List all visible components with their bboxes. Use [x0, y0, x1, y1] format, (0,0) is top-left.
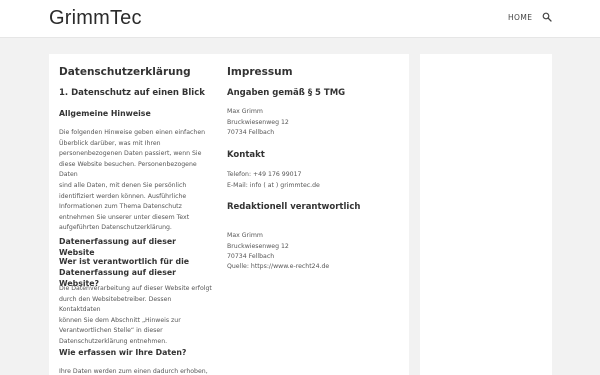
text-line: durch den Websitebetreiber. Dessen Konta…	[59, 295, 172, 314]
text-line: Ihre Daten werden zum einen dadurch erho…	[59, 368, 208, 375]
editorial-address: Max Grimm Bruckwiesenweg 12 70734 Fellba…	[227, 231, 289, 263]
privacy-title: Datenschutzerklärung	[59, 66, 191, 78]
how-collect-title: Wie erfassen wir Ihre Daten?	[59, 348, 187, 357]
address-line: Max Grimm	[227, 108, 263, 115]
nav-home-link[interactable]: HOME	[508, 13, 532, 22]
general-notes-title: Allgemeine Hinweise	[59, 109, 151, 118]
text-line: identifiziert werden können. Ausführlich…	[59, 192, 187, 200]
responsible-text: Die Datenverarbeitung auf dieser Website…	[59, 284, 214, 348]
phone-line: Telefon: +49 176 99017	[227, 171, 302, 178]
text-line: Überblick darüber, was mit Ihren	[59, 139, 161, 147]
email-line: E-Mail: info ( at ) grimmtec.de	[227, 181, 320, 189]
tmg-title: Angaben gemäß § 5 TMG	[227, 88, 346, 98]
contact-details: Telefon: +49 176 99017 E-Mail: info ( at…	[227, 170, 320, 191]
contact-title: Kontakt	[227, 150, 265, 160]
imprint-title: Impressum	[227, 66, 293, 78]
text-line: entnehmen Sie unserer unter diesem Text	[59, 213, 190, 221]
text-line: Datenschutzerklärung entnehmen.	[59, 337, 168, 345]
site-logo[interactable]: GrimmTec	[49, 7, 142, 30]
text-line: Verantwortlichen Stelle“ in dieser	[59, 327, 163, 335]
section-1-title: 1. Datenschutz auf einen Blick	[59, 88, 205, 98]
text-line: können Sie dem Abschnitt „Hinweis zur	[59, 316, 181, 324]
text-line: personenbezogenen Daten passiert, wenn S…	[59, 150, 202, 158]
text-line: Informationen zum Thema Datenschutz	[59, 203, 182, 211]
address-line: Max Grimm	[227, 232, 263, 239]
heading-line: Wer ist verantwortlich für die	[59, 257, 190, 266]
search-icon[interactable]	[542, 12, 552, 22]
data-collection-title: Datenerfassung auf dieser Website	[59, 237, 176, 257]
address-line: Bruckwiesenweg 12	[227, 242, 289, 250]
text-line: diese Website besuchen. Personenbezogene…	[59, 160, 197, 179]
address-line: Bruckwiesenweg 12	[227, 118, 289, 126]
source-line: Quelle: https://www.e-recht24.de	[227, 263, 330, 270]
how-collect-text: Ihre Daten werden zum einen dadurch erho…	[59, 367, 208, 375]
address-line: 70734 Fellbach	[227, 129, 275, 137]
general-notes-text: Die folgenden Hinweise geben einen einfa…	[59, 128, 214, 234]
text-line: aufgeführten Datenschutzerklärung.	[59, 224, 172, 232]
editorial-title: Redaktionell verantwortlich	[227, 202, 361, 212]
text-line: sind alle Daten, mit denen Sie persönlic…	[59, 181, 187, 189]
content-area: Datenschutzerklärung 1. Datenschutz auf …	[49, 54, 409, 375]
text-line: Die Datenverarbeitung auf dieser Website…	[59, 285, 212, 292]
text-line: Die folgenden Hinweise geben einen einfa…	[59, 129, 206, 136]
site-header: GrimmTec HOME	[0, 0, 600, 38]
imprint-address: Max Grimm Bruckwiesenweg 12 70734 Fellba…	[227, 107, 289, 139]
sidebar-panel	[420, 54, 552, 375]
